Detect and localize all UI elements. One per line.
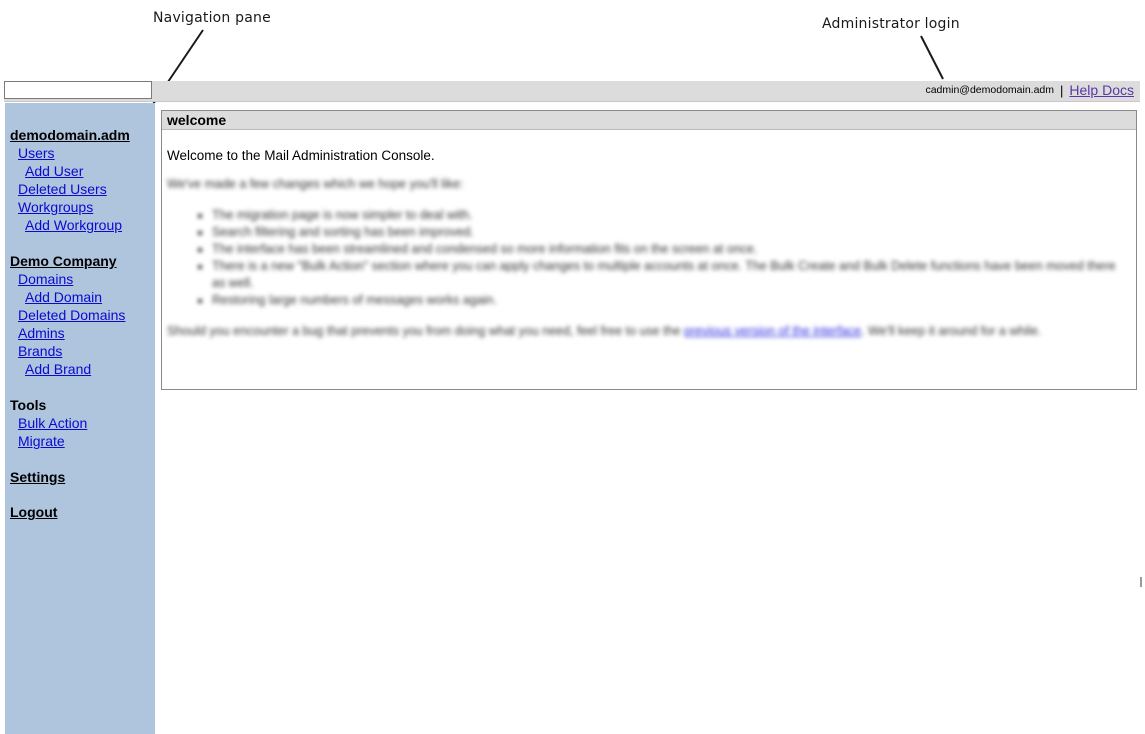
separator: | <box>1060 82 1064 98</box>
top-bar-account: cadmin@demodomain.adm | Help Docs <box>925 82 1134 98</box>
list-item: Restoring large numbers of messages work… <box>212 292 1131 309</box>
panel-title: welcome <box>162 111 1136 130</box>
list-item: Search filtering and sorting has been im… <box>212 224 1131 241</box>
nav-bulk-action[interactable]: Bulk Action <box>10 414 155 432</box>
search-input[interactable] <box>4 81 152 99</box>
nav-settings[interactable]: Settings <box>10 469 155 486</box>
administrator-login-callout-line <box>920 35 944 80</box>
admin-user-email: cadmin@demodomain.adm <box>925 84 1055 96</box>
changes-list: The migration page is now simpler to dea… <box>167 207 1131 309</box>
nav-logout[interactable]: Logout <box>10 504 155 521</box>
footer-note: Should you encounter a bug that prevents… <box>167 323 1131 340</box>
nav-add-brand[interactable]: Add Brand <box>10 360 155 378</box>
nav-domains[interactable]: Domains <box>10 270 155 288</box>
previous-version-link[interactable]: previous version of the interface <box>684 324 861 338</box>
scrollbar-marker <box>1140 577 1142 587</box>
footer-text-before: Should you encounter a bug that prevents… <box>167 324 681 338</box>
nav-workgroups[interactable]: Workgroups <box>10 198 155 216</box>
nav-admins[interactable]: Admins <box>10 324 155 342</box>
company-section: Demo Company Domains Add Domain Deleted … <box>5 234 155 378</box>
nav-users[interactable]: Users <box>10 144 155 162</box>
top-bar: cadmin@demodomain.adm | Help Docs <box>4 81 1140 102</box>
navigation-pane: demodomain.adm Users Add User Deleted Us… <box>5 103 155 734</box>
nav-deleted-domains[interactable]: Deleted Domains <box>10 306 155 324</box>
nav-brands[interactable]: Brands <box>10 342 155 360</box>
welcome-message: Welcome to the Mail Administration Conso… <box>167 148 435 163</box>
navigation-pane-annotation: Navigation pane <box>153 10 271 26</box>
screenshot-root: Navigation pane Administrator login cadm… <box>0 0 1145 734</box>
tools-section: Tools Bulk Action Migrate <box>5 378 155 450</box>
nav-add-domain[interactable]: Add Domain <box>10 288 155 306</box>
nav-migrate[interactable]: Migrate <box>10 432 155 450</box>
administrator-login-annotation: Administrator login <box>822 16 960 32</box>
list-item: The interface has been streamlined and c… <box>212 241 1131 258</box>
panel-body: Welcome to the Mail Administration Conso… <box>162 130 1136 340</box>
domain-section: demodomain.adm Users Add User Deleted Us… <box>5 103 155 234</box>
nav-add-user[interactable]: Add User <box>10 162 155 180</box>
tools-heading: Tools <box>10 397 47 413</box>
list-item: The migration page is now simpler to dea… <box>212 207 1131 224</box>
footer-text-after: . We'll keep it around for a while. <box>861 324 1042 338</box>
logout-section: Logout <box>5 486 155 521</box>
welcome-panel: welcome Welcome to the Mail Administrati… <box>161 110 1137 390</box>
list-item: There is a new "Bulk Action" section whe… <box>212 258 1131 292</box>
domain-heading-link[interactable]: demodomain.adm <box>10 127 155 144</box>
company-heading-link[interactable]: Demo Company <box>10 253 155 270</box>
nav-deleted-users[interactable]: Deleted Users <box>10 180 155 198</box>
nav-add-workgroup[interactable]: Add Workgroup <box>10 216 155 234</box>
changes-intro: We've made a few changes which we hope y… <box>167 177 464 191</box>
settings-section: Settings <box>5 450 155 486</box>
help-docs-link[interactable]: Help Docs <box>1069 82 1134 98</box>
